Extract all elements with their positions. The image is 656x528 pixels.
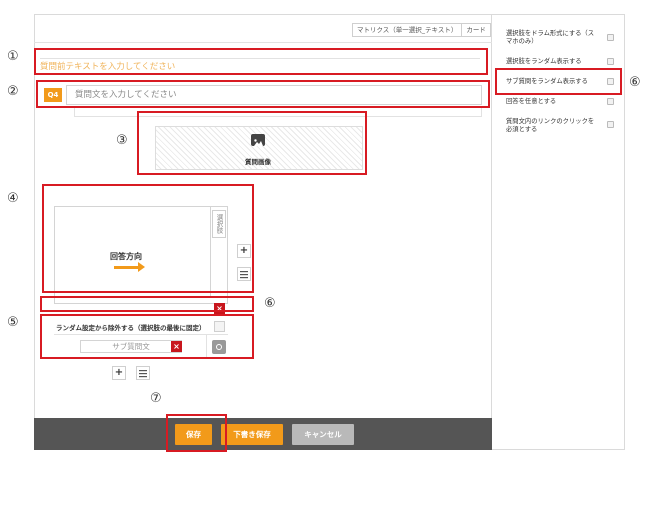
option-optional-answer: 回答を任意とする	[506, 98, 557, 105]
highlight-delete-row	[40, 296, 254, 312]
highlight-question-image	[137, 111, 367, 175]
bulk-edit-sub-questions-button[interactable]	[136, 366, 150, 380]
highlight-pre-text	[34, 48, 488, 75]
option-drum-format: 選択肢をドラム形式にする（スマホのみ）	[506, 30, 595, 45]
marker-1: ①	[7, 49, 19, 64]
tab-matrix-single-text[interactable]: マトリクス（単一選択_テキスト）	[352, 23, 463, 37]
option-link-click-required: 質問文内のリンクのクリックを必須とする	[506, 118, 595, 133]
highlight-save-button	[166, 414, 227, 452]
highlight-random-sub-questions	[495, 68, 622, 95]
marker-6-left: ⑥	[264, 296, 276, 311]
marker-3: ③	[116, 133, 128, 148]
marker-4: ④	[7, 191, 19, 206]
format-tabs: マトリクス（単一選択_テキスト） カード	[352, 23, 491, 37]
link-click-required-checkbox[interactable]	[607, 121, 614, 128]
draft-save-button[interactable]: 下書き保存	[221, 424, 283, 445]
drum-format-checkbox[interactable]	[607, 34, 614, 41]
tab-divider	[34, 42, 492, 43]
tab-card[interactable]: カード	[462, 23, 491, 37]
highlight-sub-question	[40, 314, 254, 359]
option-random-choices: 選択肢をランダム表示する	[506, 58, 582, 65]
add-sub-question-button[interactable]: +	[112, 366, 126, 380]
cancel-button[interactable]: キャンセル	[292, 424, 354, 445]
marker-2: ②	[7, 84, 19, 99]
random-choices-checkbox[interactable]	[607, 58, 614, 65]
marker-5: ⑤	[7, 315, 19, 330]
marker-6-right: ⑥	[629, 75, 641, 90]
optional-answer-checkbox[interactable]	[607, 98, 614, 105]
marker-7: ⑦	[150, 391, 162, 406]
highlight-question-text	[36, 80, 490, 108]
highlight-matrix	[42, 184, 254, 293]
